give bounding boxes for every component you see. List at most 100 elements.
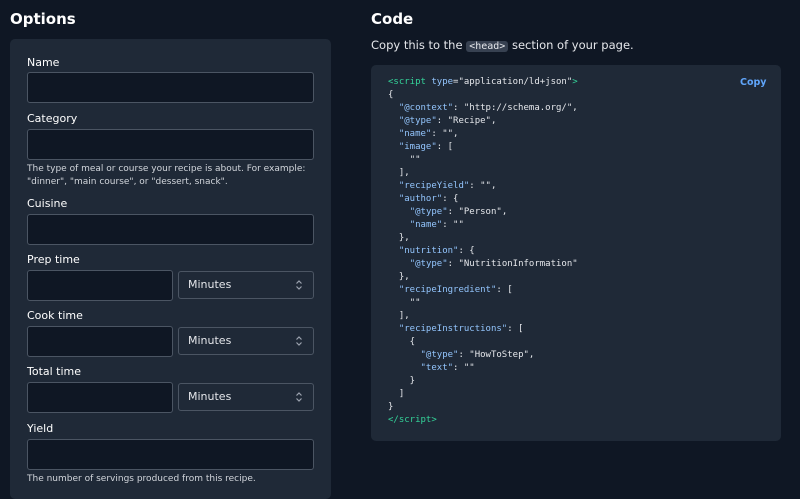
code-token: "nutrition"	[398, 246, 459, 256]
code-token: "@type"	[409, 207, 448, 217]
code-token: "@type"	[398, 116, 437, 126]
code-token: ]	[388, 389, 405, 399]
total-time-input[interactable]	[27, 382, 173, 413]
code-panel: <script type="application/ld+json">{ "@c…	[371, 65, 781, 441]
code-line: "name": ""	[388, 219, 578, 232]
code-token: ""	[463, 363, 475, 373]
code-token: >	[572, 77, 578, 87]
code-line: "@type": "HowToStep",	[388, 349, 578, 362]
instruction-text-after: section of your page.	[508, 38, 634, 52]
total-time-unit-select[interactable]: Minutes	[178, 383, 314, 411]
cook-time-unit-value: Minutes	[188, 334, 232, 347]
yield-label: Yield	[27, 422, 54, 435]
total-time-label: Total time	[27, 365, 82, 378]
code-token: :	[442, 220, 454, 230]
prep-time-unit-select[interactable]: Minutes	[178, 271, 314, 299]
code-line: ],	[388, 310, 578, 323]
code-line: ],	[388, 167, 578, 180]
code-line: "@type": "Recipe",	[388, 115, 578, 128]
code-token: : [	[436, 142, 454, 152]
code-token: ,	[501, 207, 508, 217]
code-token: "image"	[398, 142, 437, 152]
category-help-text: The type of meal or course your recipe i…	[27, 163, 317, 189]
code-line: }	[388, 401, 578, 414]
code-token: "application/ld+json"	[458, 77, 573, 87]
code-block: <script type="application/ld+json">{ "@c…	[388, 76, 578, 427]
code-line: "@context": "http://schema.org/",	[388, 102, 578, 115]
code-token: :	[469, 181, 481, 191]
cuisine-label: Cuisine	[27, 197, 68, 210]
code-token: ,	[490, 181, 497, 191]
code-line: "name": "",	[388, 128, 578, 141]
code-line: "author": {	[388, 193, 578, 206]
code-token: "Recipe"	[447, 116, 491, 126]
code-token: "@type"	[420, 350, 459, 360]
code-line: ""	[388, 154, 578, 167]
code-token: "recipeIngredient"	[398, 285, 497, 295]
code-token: ],	[388, 168, 410, 178]
cook-time-input[interactable]	[27, 326, 173, 357]
code-token: : [	[496, 285, 513, 295]
code-token: ,	[490, 116, 497, 126]
code-line: }	[388, 375, 578, 388]
prep-time-label: Prep time	[27, 253, 80, 266]
code-heading: Code	[371, 10, 414, 28]
code-line: },	[388, 232, 578, 245]
head-tag-code: <head>	[466, 41, 509, 52]
code-token: {	[388, 337, 416, 347]
code-token: "name"	[398, 129, 432, 139]
code-line: ""	[388, 297, 578, 310]
code-token: ""	[442, 129, 454, 139]
code-token: {	[388, 90, 394, 100]
code-line: {	[388, 89, 578, 102]
code-token: :	[453, 103, 464, 113]
updown-chevrons-icon	[296, 392, 302, 402]
cook-time-label: Cook time	[27, 309, 83, 322]
prep-time-unit-value: Minutes	[188, 278, 232, 291]
code-line: "recipeInstructions": [	[388, 323, 578, 336]
name-input[interactable]	[27, 72, 314, 103]
code-line: ]	[388, 388, 578, 401]
code-token: },	[388, 233, 410, 243]
instruction-text-before: Copy this to the	[371, 38, 467, 52]
code-token: :	[447, 259, 459, 269]
cook-time-unit-select[interactable]: Minutes	[178, 327, 314, 355]
yield-input[interactable]	[27, 439, 314, 470]
code-token: >	[431, 415, 437, 425]
code-token: ""	[409, 155, 421, 165]
category-input[interactable]	[27, 129, 314, 160]
code-token: :	[447, 207, 459, 217]
code-token: ""	[480, 181, 491, 191]
prep-time-input[interactable]	[27, 270, 173, 301]
code-line: "image": [	[388, 141, 578, 154]
code-token: "recipeYield"	[398, 181, 470, 191]
code-token: "HowToStep"	[469, 350, 529, 360]
options-heading: Options	[10, 10, 76, 28]
cuisine-input[interactable]	[27, 214, 314, 245]
code-token: },	[388, 272, 410, 282]
code-token: ""	[409, 298, 421, 308]
name-label: Name	[27, 56, 60, 69]
code-line: "text": ""	[388, 362, 578, 375]
code-token: ,	[528, 350, 535, 360]
code-token: "http://schema.org/"	[463, 103, 573, 113]
copy-button[interactable]: Copy	[740, 77, 767, 89]
code-line: "recipeYield": "",	[388, 180, 578, 193]
code-token: : [	[507, 324, 524, 334]
code-token: : {	[442, 194, 459, 204]
code-token: : {	[458, 246, 475, 256]
code-token: "@context"	[398, 103, 454, 113]
copy-instruction: Copy this to the <head> section of your …	[371, 38, 634, 54]
code-token: </script	[388, 415, 432, 425]
